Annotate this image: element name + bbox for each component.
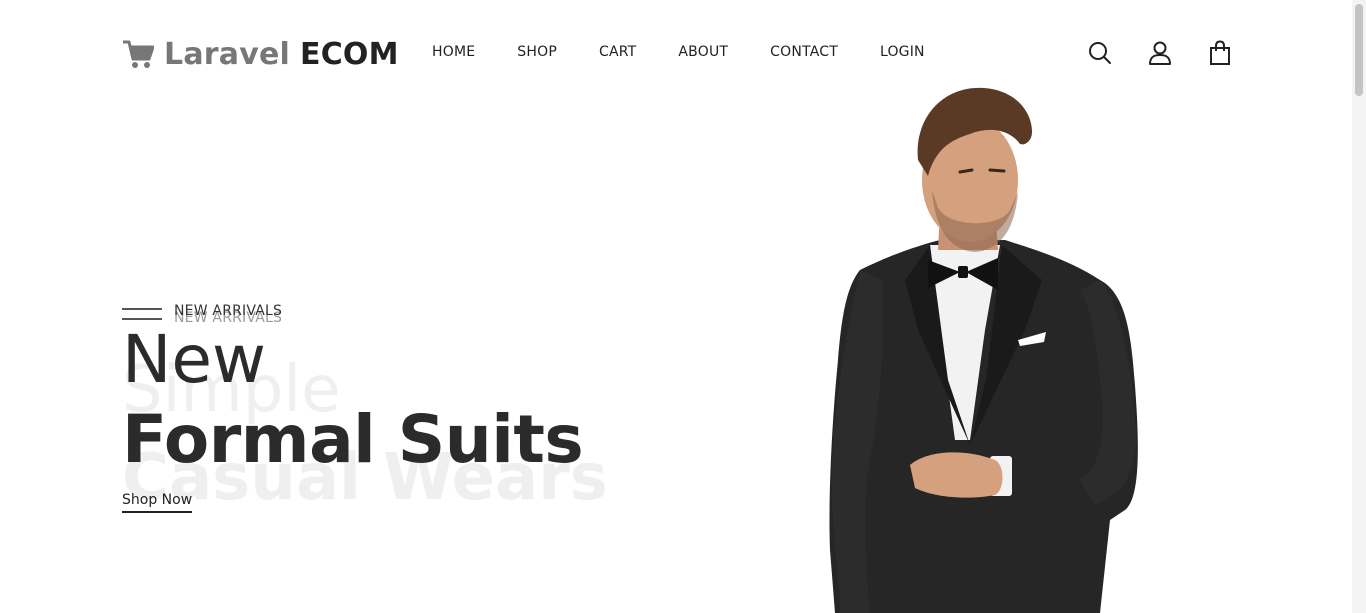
brand-logo[interactable]: Laravel ECOM	[122, 34, 399, 74]
subtitle-decoration-lines	[122, 308, 162, 322]
user-icon[interactable]	[1148, 40, 1172, 66]
search-icon[interactable]	[1088, 40, 1112, 66]
brand-name: Laravel ECOM	[164, 37, 399, 72]
main-nav: HOME SHOP CART ABOUT CONTACT LOGIN	[432, 44, 967, 60]
brand-name-light: Laravel	[164, 36, 290, 72]
nav-item-home[interactable]: HOME	[432, 44, 475, 60]
brand-name-bold: ECOM	[300, 36, 399, 72]
hero-text: Simple Casual Wears NEW ARRIVALS NEW ARR…	[122, 300, 722, 530]
hero-title-line2: Formal Suits	[122, 401, 584, 478]
shop-now-link[interactable]: Shop Now	[122, 492, 193, 513]
hero-subtitle: NEW ARRIVALS	[174, 303, 283, 319]
nav-item-about[interactable]: ABOUT	[678, 44, 728, 60]
nav-item-contact[interactable]: CONTACT	[770, 44, 838, 60]
nav-item-login[interactable]: LOGIN	[880, 44, 925, 60]
page-scrollbar[interactable]	[1352, 0, 1366, 613]
scrollbar-thumb[interactable]	[1355, 4, 1363, 96]
hero-model-image	[829, 87, 1138, 613]
shopping-bag-icon[interactable]	[1208, 40, 1232, 66]
nav-item-cart[interactable]: CART	[599, 44, 636, 60]
header-icons	[1088, 40, 1232, 66]
nav-item-shop[interactable]: SHOP	[517, 44, 557, 60]
shopping-cart-icon	[123, 40, 154, 68]
hero-title-line1: New	[122, 321, 266, 398]
